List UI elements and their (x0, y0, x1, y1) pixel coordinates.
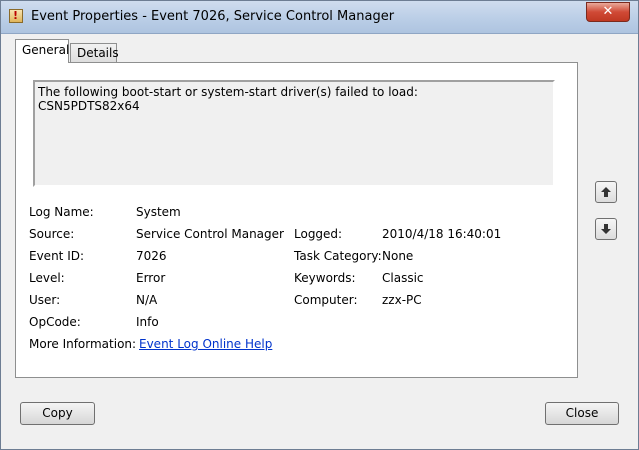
level-value: Error (136, 271, 166, 285)
task-category-label: Task Category: (294, 249, 382, 263)
source-value: Service Control Manager (136, 227, 284, 241)
window-title: Event Properties - Event 7026, Service C… (31, 9, 395, 24)
task-category-value: None (382, 249, 414, 263)
close-button[interactable]: Close (545, 402, 619, 425)
window-close-button[interactable]: ✕ (586, 2, 630, 22)
opcode-label: OpCode: (29, 315, 81, 329)
user-label: User: (29, 293, 61, 307)
more-information-label: More Information: (29, 337, 137, 351)
event-description[interactable]: The following boot-start or system-start… (33, 80, 555, 187)
log-name-value: System (136, 205, 181, 219)
event-viewer-icon (9, 9, 23, 23)
keywords-label: Keywords: (294, 271, 356, 285)
general-panel: The following boot-start or system-start… (15, 62, 578, 378)
previous-event-button[interactable] (595, 181, 617, 203)
keywords-value: Classic (382, 271, 424, 285)
up-arrow-icon (601, 187, 611, 197)
event-log-online-help-link[interactable]: Event Log Online Help (139, 337, 272, 351)
computer-value: zzx-PC (382, 293, 422, 307)
user-value: N/A (136, 293, 158, 307)
log-name-label: Log Name: (29, 205, 94, 219)
tab-details[interactable]: Details (70, 43, 119, 63)
source-label: Source: (29, 227, 75, 241)
level-label: Level: (29, 271, 65, 285)
opcode-value: Info (136, 315, 159, 329)
logged-label: Logged: (294, 227, 343, 241)
description-line-2: CSN5PDTS82x64 (38, 99, 140, 113)
description-line-1: The following boot-start or system-start… (38, 85, 418, 99)
computer-label: Computer: (294, 293, 358, 307)
event-id-label: Event ID: (29, 249, 85, 263)
down-arrow-icon (601, 224, 611, 234)
tab-general[interactable]: General (15, 39, 69, 63)
copy-button[interactable]: Copy (20, 402, 95, 425)
title-bar[interactable]: Event Properties - Event 7026, Service C… (1, 1, 638, 34)
next-event-button[interactable] (595, 218, 617, 240)
event-id-value: 7026 (136, 249, 167, 263)
logged-value: 2010/4/18 16:40:01 (382, 227, 502, 241)
event-properties-window: Event Properties - Event 7026, Service C… (0, 0, 639, 450)
